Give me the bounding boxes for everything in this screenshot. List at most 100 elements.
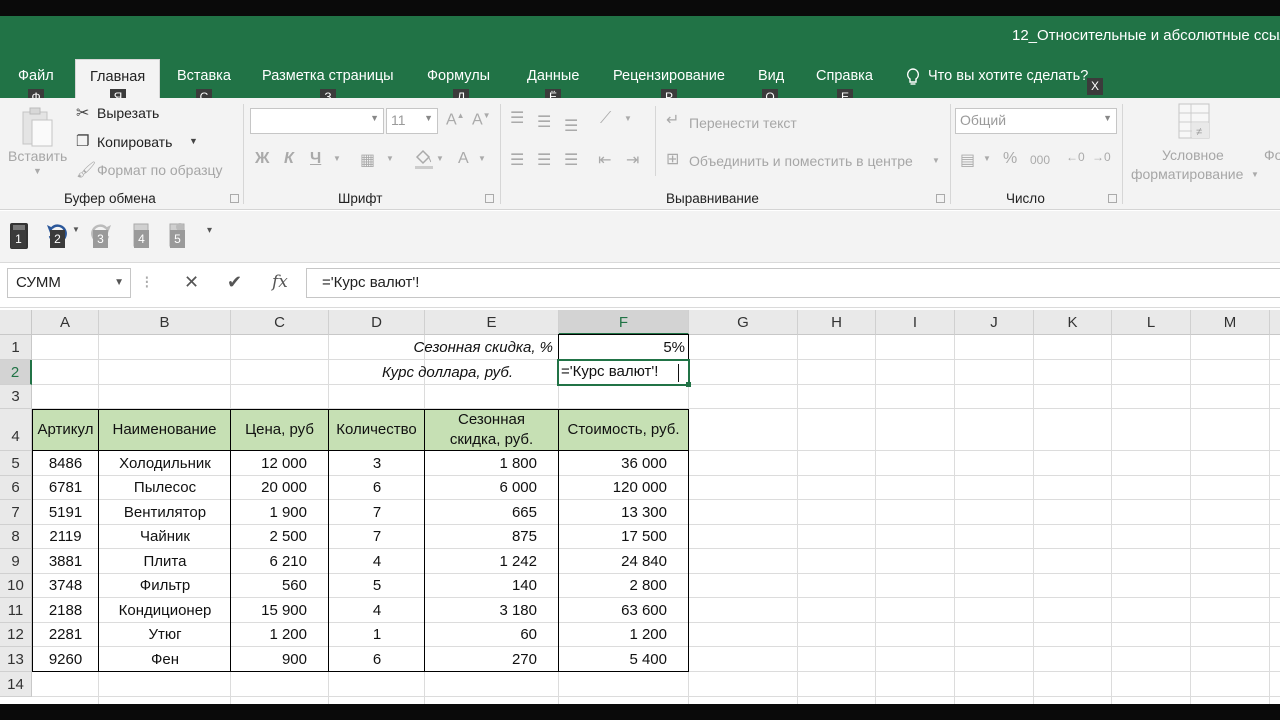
- fill-color-chevron-icon[interactable]: ▼: [436, 154, 444, 163]
- cut-button[interactable]: Вырезать: [97, 105, 159, 121]
- align-middle-icon[interactable]: ☰: [537, 112, 551, 132]
- row-header-6[interactable]: 6: [0, 476, 32, 500]
- align-left-icon[interactable]: ☰: [510, 150, 524, 170]
- cell-d11[interactable]: 4: [329, 598, 425, 622]
- row-header-11[interactable]: 11: [0, 598, 32, 623]
- format-as-table-button[interactable]: Фо: [1264, 147, 1280, 163]
- cell-d8[interactable]: 7: [329, 525, 425, 548]
- table-header-cost[interactable]: Стоимость, руб.: [558, 409, 689, 451]
- cell-c12[interactable]: 1 200: [231, 623, 329, 646]
- enter-button[interactable]: ✔: [227, 272, 242, 293]
- cell-b7[interactable]: Вентилятор: [99, 500, 231, 524]
- column-header-f[interactable]: F: [559, 310, 689, 335]
- cell-a12[interactable]: 2281: [32, 623, 99, 646]
- cell-f9[interactable]: 24 840: [559, 549, 689, 573]
- cell-f7[interactable]: 13 300: [559, 500, 689, 524]
- row-header-4[interactable]: 4: [0, 409, 32, 451]
- cell-c6[interactable]: 20 000: [231, 476, 329, 499]
- cell-c8[interactable]: 2 500: [231, 525, 329, 548]
- thousands-button[interactable]: 000: [1030, 153, 1050, 167]
- cell-a7[interactable]: 5191: [32, 500, 99, 524]
- table-header-name[interactable]: Наименование: [98, 409, 231, 451]
- fill-handle[interactable]: [686, 382, 691, 387]
- tab-formulas[interactable]: Формулы: [427, 68, 490, 84]
- cell-e6[interactable]: 6 000: [425, 476, 559, 499]
- cell-e8[interactable]: 875: [425, 525, 559, 548]
- copy-chevron-icon[interactable]: ▼: [189, 136, 198, 146]
- format-painter-button[interactable]: Формат по образцу: [97, 162, 223, 178]
- cell-a11[interactable]: 2188: [32, 598, 99, 622]
- cell-d7[interactable]: 7: [329, 500, 425, 524]
- cancel-button[interactable]: ✕: [184, 272, 199, 293]
- cell-e13[interactable]: 270: [425, 647, 559, 671]
- font-color-button[interactable]: А: [458, 150, 469, 168]
- cell-d13[interactable]: 6: [329, 647, 425, 671]
- row-header-2[interactable]: 2: [0, 360, 32, 385]
- orientation-chevron-icon[interactable]: ▼: [624, 114, 632, 123]
- cell-b8[interactable]: Чайник: [99, 525, 231, 548]
- row-header-3[interactable]: 3: [0, 385, 32, 409]
- wrap-text-button[interactable]: Перенести текст: [689, 115, 797, 131]
- copy-button[interactable]: Копировать: [97, 134, 172, 150]
- tell-me-search[interactable]: Что вы хотите сделать?: [928, 68, 1088, 84]
- table-header-price[interactable]: Цена, руб: [230, 409, 329, 451]
- row-header-8[interactable]: 8: [0, 525, 32, 549]
- borders-icon[interactable]: ▦: [360, 150, 375, 170]
- column-header-a[interactable]: A: [32, 310, 99, 335]
- clipboard-launcher-icon[interactable]: [230, 194, 239, 203]
- column-header-c[interactable]: C: [231, 310, 329, 335]
- row-header-9[interactable]: 9: [0, 549, 32, 574]
- column-header-i[interactable]: I: [876, 310, 955, 335]
- column-header-j[interactable]: J: [955, 310, 1034, 335]
- underline-chevron-icon[interactable]: ▼: [333, 154, 341, 163]
- cell-f10[interactable]: 2 800: [559, 574, 689, 597]
- column-header-e[interactable]: E: [425, 310, 559, 335]
- cell-b5[interactable]: Холодильник: [99, 451, 231, 475]
- tab-page-layout[interactable]: Разметка страницы: [262, 68, 394, 84]
- bold-button[interactable]: Ж: [255, 150, 269, 168]
- increase-decimal-icon[interactable]: ←0: [1066, 150, 1085, 164]
- cell-d12[interactable]: 1: [329, 623, 425, 646]
- cell-e12[interactable]: 60: [425, 623, 559, 646]
- column-header-h[interactable]: H: [798, 310, 876, 335]
- row-header-14[interactable]: 14: [0, 672, 32, 697]
- column-header-d[interactable]: D: [329, 310, 425, 335]
- name-box-chevron-icon[interactable]: ▼: [114, 277, 124, 288]
- cell-e9[interactable]: 1 242: [425, 549, 559, 573]
- row-header-10[interactable]: 10: [0, 574, 32, 598]
- row-header-7[interactable]: 7: [0, 500, 32, 525]
- align-right-icon[interactable]: ☰: [564, 150, 578, 170]
- underline-button[interactable]: Ч: [310, 150, 321, 168]
- row-header-5[interactable]: 5: [0, 451, 32, 476]
- insert-function-button[interactable]: fx: [272, 272, 288, 292]
- column-header-l[interactable]: L: [1112, 310, 1191, 335]
- select-all-corner[interactable]: [0, 310, 32, 335]
- cell-f8[interactable]: 17 500: [559, 525, 689, 548]
- column-header-m[interactable]: M: [1191, 310, 1270, 335]
- cell-f6[interactable]: 120 000: [559, 476, 689, 499]
- align-top-icon[interactable]: ☰: [510, 108, 524, 128]
- cell-f1[interactable]: 5%: [559, 335, 689, 359]
- currency-chevron-icon[interactable]: ▼: [983, 154, 991, 163]
- tab-review[interactable]: Рецензирование: [613, 68, 725, 84]
- cell-c5[interactable]: 12 000: [231, 451, 329, 475]
- cell-f13[interactable]: 5 400: [559, 647, 689, 671]
- cell-e10[interactable]: 140: [425, 574, 559, 597]
- percent-button[interactable]: %: [1003, 150, 1017, 168]
- italic-button[interactable]: К: [284, 150, 294, 168]
- cell-b13[interactable]: Фен: [99, 647, 231, 671]
- customize-qat-icon[interactable]: ▾: [207, 225, 212, 236]
- cell-e7[interactable]: 665: [425, 500, 559, 524]
- orientation-icon[interactable]: ⟋: [600, 110, 611, 128]
- cell-a13[interactable]: 9260: [32, 647, 99, 671]
- row-header-13[interactable]: 13: [0, 647, 32, 672]
- row-header-12[interactable]: 12: [0, 623, 32, 647]
- cell-a6[interactable]: 6781: [32, 476, 99, 499]
- cell-d6[interactable]: 6: [329, 476, 425, 499]
- cell-d2[interactable]: Курс доллара, руб.: [329, 360, 559, 384]
- tab-view[interactable]: Вид: [758, 68, 784, 84]
- alignment-launcher-icon[interactable]: [936, 194, 945, 203]
- align-bottom-icon[interactable]: ☰: [564, 116, 578, 136]
- undo-chevron-icon[interactable]: ▼: [72, 225, 80, 234]
- merge-chevron-icon[interactable]: ▼: [932, 156, 940, 165]
